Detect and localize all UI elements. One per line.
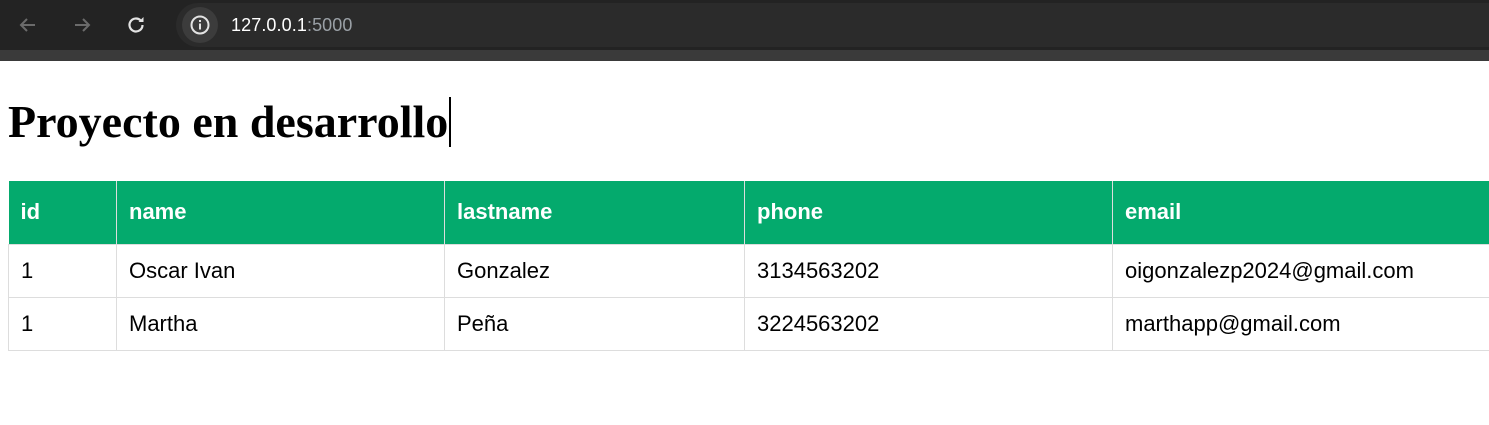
cell-name: Martha (116, 296, 445, 351)
site-info-button[interactable] (182, 7, 218, 43)
page-title: Proyecto en desarrollo (8, 92, 452, 152)
text-caret (449, 97, 452, 147)
back-button[interactable] (12, 9, 44, 41)
info-icon (190, 15, 210, 35)
cell-phone: 3224563202 (744, 296, 1113, 351)
reload-button[interactable] (120, 9, 152, 41)
column-header-lastname: lastname (444, 181, 745, 245)
cell-email: oigonzalezp2024@gmail.com (1112, 243, 1489, 298)
column-header-email: email (1112, 181, 1489, 245)
cell-id: 1 (8, 243, 117, 298)
page-title-text: Proyecto en desarrollo (8, 96, 449, 147)
url-port: :5000 (306, 14, 353, 35)
cell-phone: 3134563202 (744, 243, 1113, 298)
address-bar[interactable]: 127.0.0.1:5000 (176, 3, 1489, 47)
cell-lastname: Gonzalez (444, 243, 745, 298)
cell-lastname: Peña (444, 296, 745, 351)
arrow-left-icon (19, 18, 35, 32)
table-header-row: id name lastname phone email (8, 181, 1489, 245)
forward-button[interactable] (66, 9, 98, 41)
url-text[interactable]: 127.0.0.1:5000 (231, 15, 353, 36)
users-table: id name lastname phone email 1 Oscar Iva… (8, 181, 1489, 351)
column-header-id: id (8, 181, 117, 245)
cell-name: Oscar Ivan (116, 243, 445, 298)
browser-toolbar: 127.0.0.1:5000 (0, 0, 1489, 50)
column-header-name: name (116, 181, 445, 245)
cell-id: 1 (8, 296, 117, 351)
url-host: 127.0.0.1 (231, 14, 307, 35)
column-header-phone: phone (744, 181, 1113, 245)
arrow-right-icon (75, 18, 91, 32)
reload-icon (128, 17, 144, 33)
toolbar-divider (0, 50, 1489, 61)
table-row: 1 Martha Peña 3224563202 marthapp@gmail.… (8, 296, 1489, 351)
table-row: 1 Oscar Ivan Gonzalez 3134563202 oigonza… (8, 243, 1489, 298)
cell-email: marthapp@gmail.com (1112, 296, 1489, 351)
